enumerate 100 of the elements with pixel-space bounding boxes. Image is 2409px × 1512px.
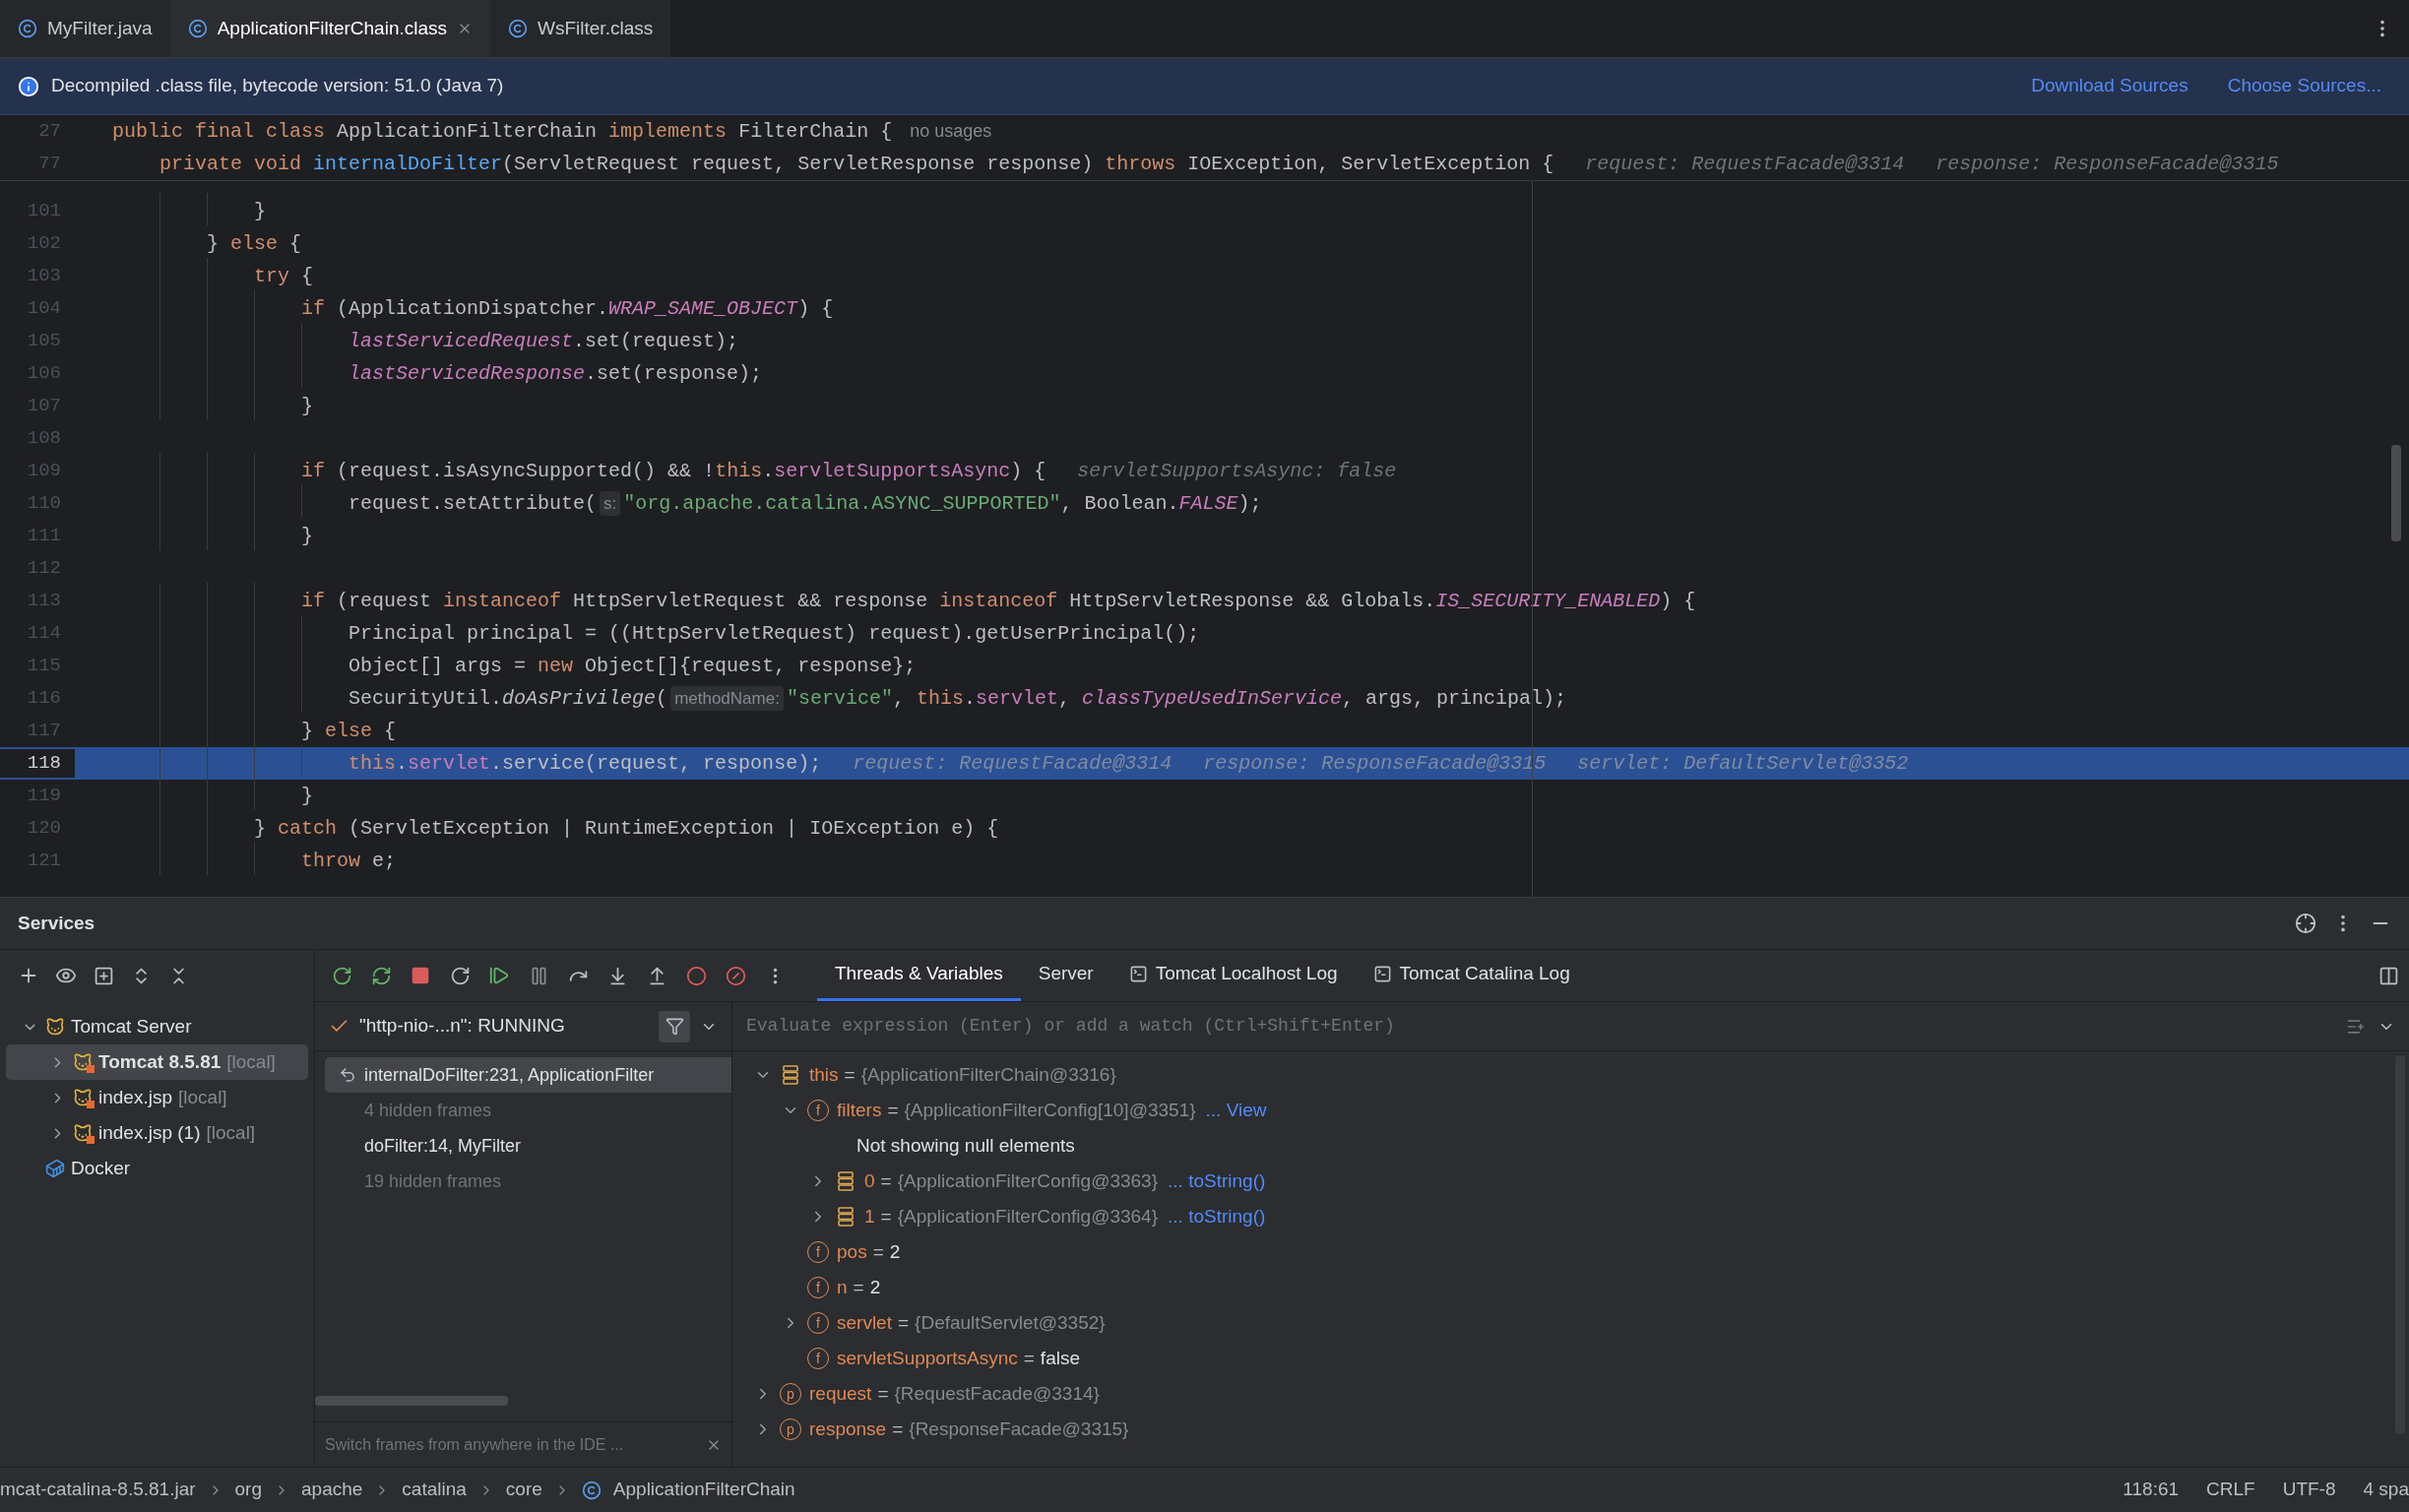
code-text: if <box>300 588 326 614</box>
editor-tab[interactable]: WsFilter.class <box>490 0 671 57</box>
code-text: e; <box>371 848 397 874</box>
variable-row[interactable]: f servletSupportsAsync = false <box>732 1341 2409 1376</box>
code-text: ) { <box>797 295 834 322</box>
usages-hint: no usages <box>910 120 992 143</box>
crosshair-icon[interactable] <box>2295 913 2316 934</box>
code-text: Object[]{request, response}; <box>584 653 917 679</box>
cat-run-icon <box>73 1052 93 1072</box>
tree-item[interactable]: Tomcat 8.5.81 [local] <box>6 1044 308 1080</box>
breadcrumb-item[interactable]: org <box>234 1476 262 1504</box>
editor-tab[interactable]: MyFilter.java <box>0 0 170 57</box>
value-link[interactable]: ... toString() <box>1168 1166 1266 1196</box>
code-text: WRAP_SAME_OBJECT <box>608 295 798 322</box>
stack-icon <box>780 1064 801 1086</box>
variable-row[interactable]: p response = {ResponseFacade@3315} <box>732 1412 2409 1447</box>
variable-name: this <box>809 1062 839 1087</box>
cat-run-icon <box>73 1088 93 1107</box>
variable-value: 2 <box>889 1239 901 1264</box>
code-text: (ServletRequest request, ServletResponse response) <box>502 151 1095 177</box>
tree-label: Tomcat Server <box>71 1014 192 1039</box>
code-text: , Boolean. <box>1060 490 1179 517</box>
stack-icon <box>835 1170 856 1192</box>
filter-button[interactable] <box>659 1010 690 1042</box>
frame-item[interactable]: doFilter:14, MyFilter <box>325 1128 731 1164</box>
panel-tab[interactable]: Tomcat Catalina Log <box>1355 950 1588 1001</box>
code-text: servletSupportsAsync <box>774 458 1011 484</box>
equals-sign: = <box>844 1062 856 1087</box>
banner-link[interactable]: Download Sources <box>2031 72 2188 100</box>
panel-tab[interactable]: Server <box>1020 950 1111 1001</box>
status-item[interactable]: UTF-8 <box>2282 1476 2336 1504</box>
evaluate-input[interactable]: Evaluate expression (Enter) or add a watch (Ctrl+Shift+Enter) <box>746 1013 2334 1040</box>
code-text: . <box>963 685 976 712</box>
tree-item[interactable]: Docker <box>6 1151 308 1186</box>
status-item[interactable]: CRLF <box>2206 1476 2255 1504</box>
status-item[interactable]: 4 spa <box>2363 1476 2409 1504</box>
code-text: internalDoFilter <box>313 151 503 177</box>
tree-label: Tomcat 8.5.81 <box>98 1049 222 1074</box>
code-text: try <box>253 263 290 289</box>
variable-name: 0 <box>864 1168 875 1193</box>
variable-row[interactable]: p request = {RequestFacade@3314} <box>732 1376 2409 1412</box>
code-text: "service" <box>786 685 893 712</box>
editor-tab[interactable]: ApplicationFilterChain.class <box>169 0 491 57</box>
variable-row[interactable]: f pos = 2 <box>732 1234 2409 1270</box>
code-text: SecurityUtil. <box>348 685 503 712</box>
code-text: (request <box>336 588 433 614</box>
code-text: private void <box>158 151 303 177</box>
debug-value: servlet: DefaultServlet@3352 <box>1577 750 1909 777</box>
debug-value: servletSupportsAsync: false <box>1077 458 1397 484</box>
banner-link[interactable]: Choose Sources... <box>2227 72 2381 100</box>
equals-sign: = <box>1023 1346 1035 1370</box>
tree-item[interactable]: index.jsp (1) [local] <box>6 1115 308 1151</box>
variable-row[interactable]: 0 = {ApplicationFilterConfig@3363} ... toString() <box>732 1164 2409 1199</box>
terminal-icon <box>1128 965 1148 983</box>
stack-icon <box>835 1206 856 1228</box>
breadcrumb-item[interactable]: catalina <box>402 1476 467 1504</box>
panel-tab[interactable]: Tomcat Localhost Log <box>1110 950 1356 1001</box>
variable-row[interactable]: f n = 2 <box>732 1270 2409 1305</box>
value-link[interactable]: ... View <box>1205 1096 1267 1125</box>
code-text: { <box>300 263 314 289</box>
return-icon <box>339 1066 356 1084</box>
code-text: } <box>253 198 267 224</box>
variable-name: filters <box>837 1098 882 1122</box>
panel-title: Services <box>18 911 96 935</box>
breadcrumb-item[interactable]: ApplicationFilterChain <box>612 1476 795 1504</box>
breadcrumb-item[interactable]: core <box>505 1476 542 1504</box>
status-item[interactable]: 118:61 <box>2123 1476 2180 1504</box>
tree-item[interactable]: Tomcat Server <box>6 1009 308 1044</box>
line-number: 118 <box>0 749 75 778</box>
code-text: if <box>300 295 326 322</box>
code-text: else <box>230 230 279 257</box>
code-text: IS_SECURITY_ENABLED <box>1435 588 1661 614</box>
container-icon <box>45 1159 65 1178</box>
class-icon <box>508 19 529 38</box>
variable-row[interactable]: this = {ApplicationFilterChain@3316} <box>732 1057 2409 1093</box>
debug-value: request: RequestFacade@3314 <box>1585 151 1905 177</box>
scrollbar-thumb[interactable] <box>315 1396 508 1406</box>
tree-suffix: [local] <box>178 1085 227 1109</box>
scrollbar-thumb[interactable] <box>2391 445 2401 541</box>
tree-item[interactable]: index.jsp [local] <box>6 1080 308 1115</box>
code-text: (ApplicationDispatcher. <box>336 295 609 322</box>
thread-label: "http-nio-...n": RUNNING <box>359 1014 566 1039</box>
variable-row[interactable]: 1 = {ApplicationFilterConfig@3364} ... toString() <box>732 1199 2409 1234</box>
frame-item[interactable]: internalDoFilter:231, ApplicationFilter <box>325 1057 731 1093</box>
debug-value: response: ResponseFacade@3315 <box>1935 151 2279 177</box>
layout-icon[interactable] <box>2378 965 2399 986</box>
equals-sign: = <box>853 1275 864 1299</box>
parameter-hint: methodName: <box>670 685 784 712</box>
breadcrumb-item[interactable]: apache <box>301 1476 363 1504</box>
code-text: request.setAttribute( <box>348 490 598 517</box>
variable-row[interactable]: f servlet = {DefaultServlet@3352} <box>732 1305 2409 1341</box>
variable-value: {ApplicationFilterConfig@3363} <box>897 1168 1159 1193</box>
variable-row[interactable]: f filters = {ApplicationFilterConfig[10]@3351} ... View <box>732 1093 2409 1128</box>
code-text: this <box>348 750 397 777</box>
breadcrumb-item[interactable]: mcat-catalina-8.5.81.jar <box>0 1476 196 1504</box>
code-text: . <box>396 750 409 777</box>
equals-sign: = <box>872 1239 884 1264</box>
code-text: if <box>300 458 326 484</box>
code-text: throws <box>1105 151 1177 177</box>
value-link[interactable]: ... toString() <box>1168 1202 1266 1231</box>
